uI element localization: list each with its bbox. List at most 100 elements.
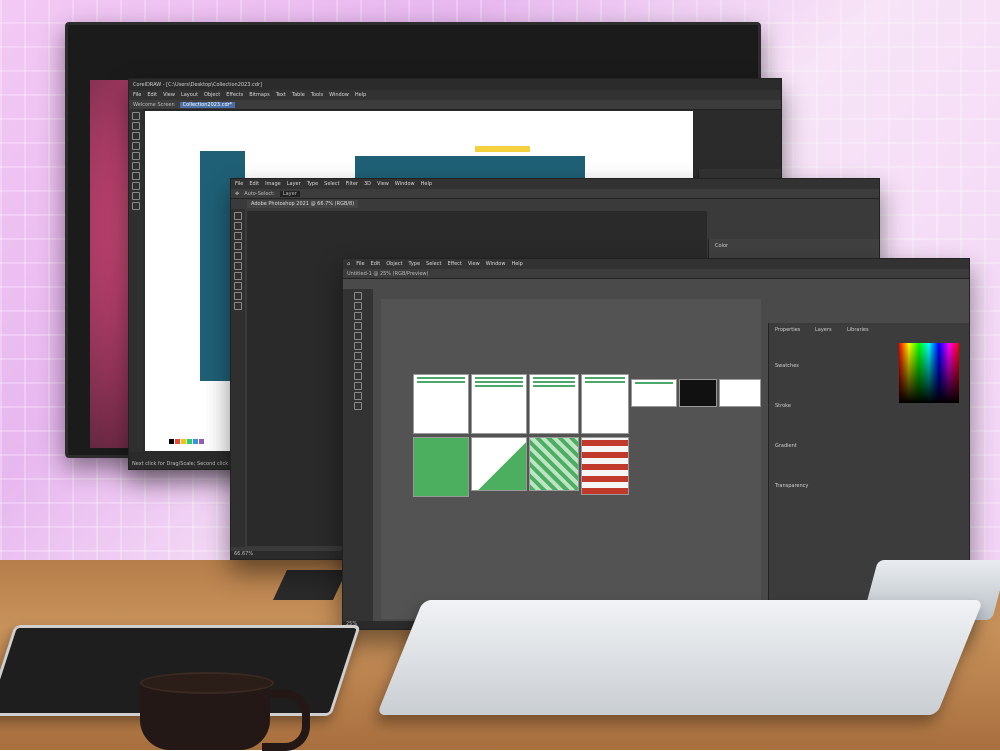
menu-item[interactable]: View <box>377 181 389 187</box>
swatch[interactable] <box>199 439 204 444</box>
menu-item[interactable]: Window <box>395 181 415 187</box>
artboard-thumb[interactable] <box>529 437 579 491</box>
menu-item[interactable]: Select <box>426 261 441 267</box>
menu-item[interactable]: View <box>163 92 175 98</box>
artboard-thumb[interactable] <box>581 374 629 434</box>
menu-item[interactable]: Help <box>421 181 432 187</box>
freehand-tool-icon[interactable] <box>132 152 140 160</box>
marquee-tool-icon[interactable] <box>234 222 242 230</box>
tab-document[interactable]: Collection2023.cdr* <box>179 101 236 108</box>
eyedropper-icon[interactable] <box>354 402 362 410</box>
swatch[interactable] <box>193 439 198 444</box>
menu-item[interactable]: Text <box>276 92 286 98</box>
menu-item[interactable]: Help <box>355 92 366 98</box>
stamp-tool-icon[interactable] <box>234 282 242 290</box>
fill-tool-icon[interactable] <box>132 202 140 210</box>
text-tool-icon[interactable] <box>132 192 140 200</box>
menu-item[interactable]: Type <box>307 181 318 187</box>
artboard-canvas[interactable] <box>381 299 761 619</box>
artboard-thumb[interactable] <box>719 379 761 407</box>
crop-tool-icon[interactable] <box>234 252 242 260</box>
swatch[interactable] <box>205 439 210 444</box>
magic-wand-icon[interactable] <box>234 242 242 250</box>
menu-item[interactable]: 3D <box>364 181 371 187</box>
menu-item[interactable]: Effect <box>447 261 461 267</box>
brush-tool-icon[interactable] <box>234 272 242 280</box>
pick-tool-icon[interactable] <box>132 112 140 120</box>
move-tool-icon[interactable]: ✥ <box>235 191 239 197</box>
photoshop-front-menubar: ⌂ File Edit Object Type Select Effect Vi… <box>343 259 969 269</box>
menu-item[interactable]: Layer <box>287 181 301 187</box>
swatch[interactable] <box>175 439 180 444</box>
menu-item[interactable]: Object <box>204 92 220 98</box>
panel-tab-libraries[interactable]: Libraries <box>847 327 869 333</box>
menu-item[interactable]: View <box>468 261 480 267</box>
line-tool-icon[interactable] <box>354 332 362 340</box>
gradient-tool-icon[interactable] <box>234 302 242 310</box>
panel-tab-layers[interactable]: Layers <box>815 327 832 333</box>
menu-item[interactable]: Window <box>329 92 349 98</box>
artboard-thumb[interactable] <box>413 437 469 497</box>
coreldraw-property-bar: Welcome Screen Collection2023.cdr* <box>129 100 781 110</box>
type-tool-icon[interactable] <box>354 322 362 330</box>
document-tab[interactable]: Adobe Photoshop 2021 @ 66.7% (RGB/8) <box>247 200 359 208</box>
zoom-tool-icon[interactable] <box>132 142 140 150</box>
menu-item[interactable]: File <box>235 181 243 187</box>
rotate-tool-icon[interactable] <box>354 372 362 380</box>
artboard-thumb[interactable] <box>471 437 527 491</box>
artboard-thumb[interactable] <box>631 379 677 407</box>
color-picker[interactable] <box>899 343 959 403</box>
menu-item[interactable]: File <box>356 261 364 267</box>
home-icon[interactable]: ⌂ <box>347 261 350 267</box>
menu-item[interactable]: Filter <box>346 181 358 187</box>
artboard-thumb[interactable] <box>471 374 527 434</box>
menu-item[interactable]: Edit <box>249 181 259 187</box>
menu-item[interactable]: Tools <box>311 92 323 98</box>
menu-item[interactable]: Image <box>265 181 281 187</box>
polygon-tool-icon[interactable] <box>132 182 140 190</box>
menu-item[interactable]: Bitmaps <box>249 92 270 98</box>
artboard-thumb[interactable] <box>581 437 629 495</box>
auto-select-label[interactable]: Auto-Select: <box>244 191 275 197</box>
swatch[interactable] <box>181 439 186 444</box>
menu-item[interactable]: Window <box>486 261 506 267</box>
coreldraw-toolbox <box>129 109 143 452</box>
menu-item[interactable]: Object <box>386 261 402 267</box>
coffee-cup-rim <box>140 672 274 694</box>
panel-tab-properties[interactable]: Properties <box>775 327 800 333</box>
selection-tool-icon[interactable] <box>354 292 362 300</box>
move-tool-icon[interactable] <box>234 212 242 220</box>
artboard-thumb[interactable] <box>529 374 579 434</box>
lasso-tool-icon[interactable] <box>234 232 242 240</box>
eraser-tool-icon[interactable] <box>234 292 242 300</box>
auto-select-target[interactable]: Layer <box>279 190 300 197</box>
width-tool-icon[interactable] <box>354 392 362 400</box>
swatch[interactable] <box>169 439 174 444</box>
pencil-icon[interactable] <box>354 362 362 370</box>
eyedropper-icon[interactable] <box>234 262 242 270</box>
scale-tool-icon[interactable] <box>354 382 362 390</box>
artboard-thumb[interactable] <box>413 374 469 434</box>
menu-item[interactable]: Select <box>324 181 339 187</box>
swatch[interactable] <box>187 439 192 444</box>
menu-item[interactable]: Type <box>409 261 420 267</box>
menu-item[interactable]: Help <box>511 261 522 267</box>
artboard-thumb[interactable] <box>679 379 717 407</box>
paintbrush-icon[interactable] <box>354 352 362 360</box>
menu-item[interactable]: Table <box>292 92 305 98</box>
pen-tool-icon[interactable] <box>354 312 362 320</box>
rectangle-tool-icon[interactable] <box>132 162 140 170</box>
rectangle-tool-icon[interactable] <box>354 342 362 350</box>
menu-item[interactable]: Edit <box>147 92 157 98</box>
tab-welcome[interactable]: Welcome Screen <box>133 102 175 108</box>
menu-item[interactable]: Layout <box>181 92 198 98</box>
document-tab[interactable]: Untitled-1 @ 25% (RGB/Preview) <box>347 271 428 277</box>
shape-tool-icon[interactable] <box>132 122 140 130</box>
menu-item[interactable]: Edit <box>371 261 381 267</box>
menu-item[interactable]: Effects <box>226 92 243 98</box>
panel-tab-color[interactable]: Color <box>715 243 728 249</box>
direct-select-icon[interactable] <box>354 302 362 310</box>
menu-item[interactable]: File <box>133 92 141 98</box>
crop-tool-icon[interactable] <box>132 132 140 140</box>
ellipse-tool-icon[interactable] <box>132 172 140 180</box>
